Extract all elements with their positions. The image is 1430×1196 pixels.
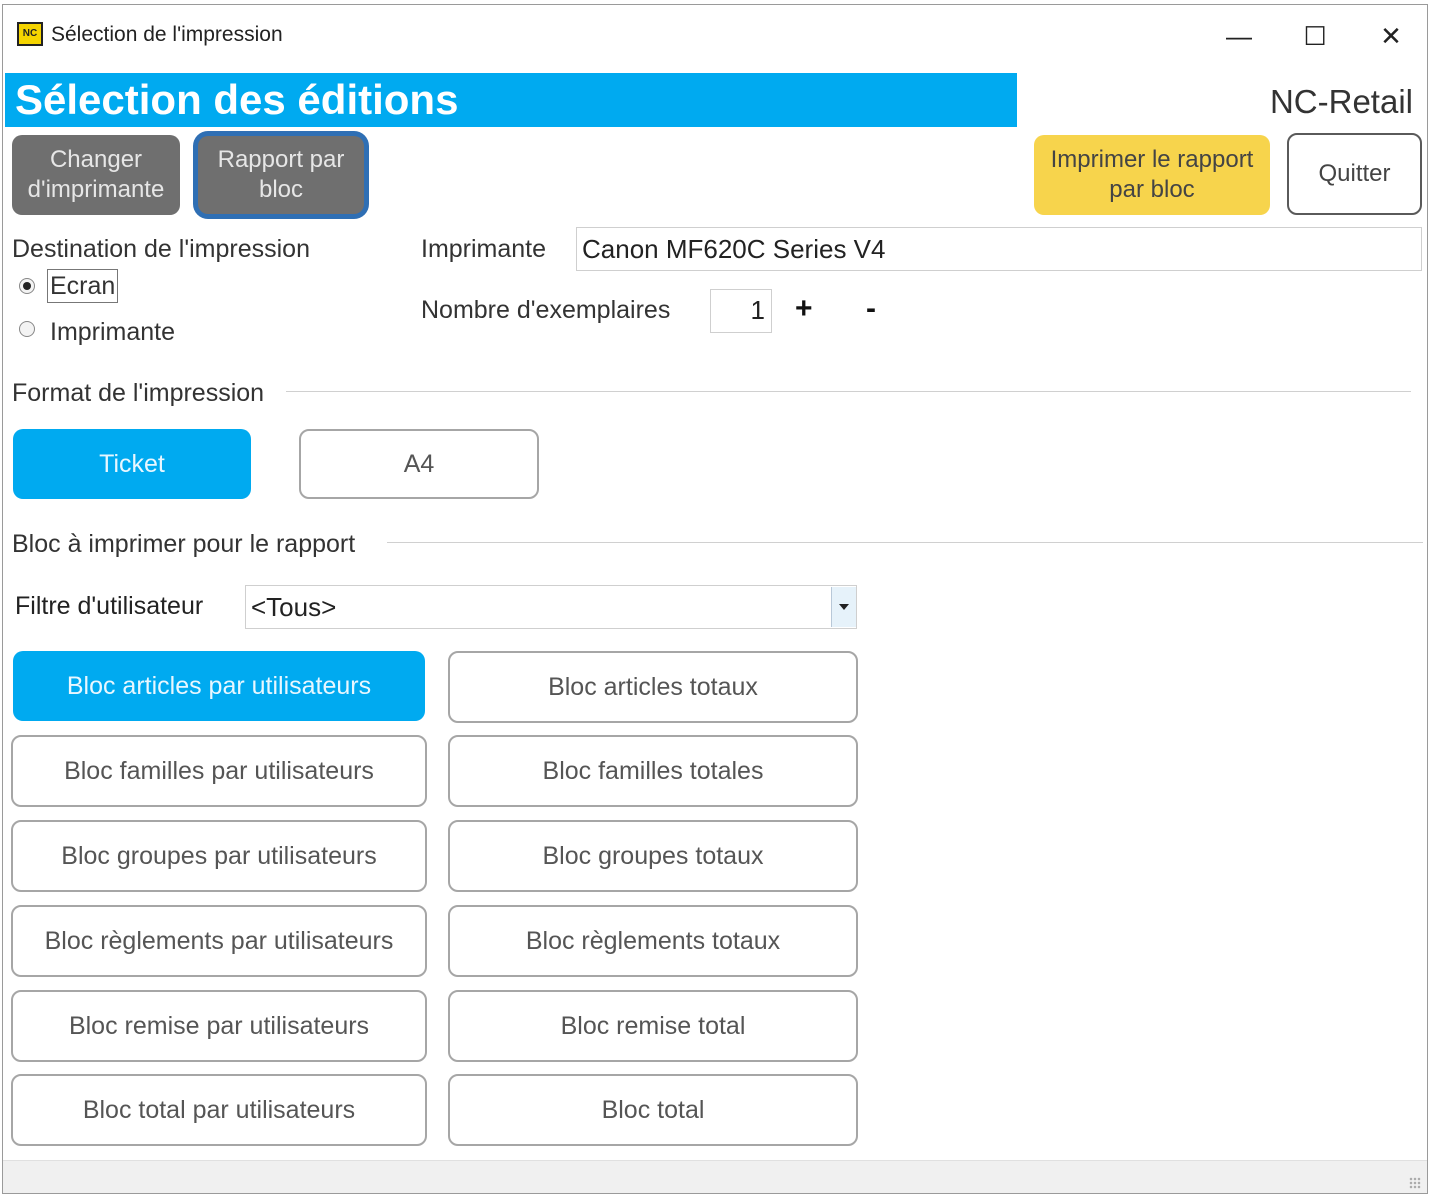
status-bar <box>3 1160 1427 1193</box>
block-groupes-par-utilisateurs-button[interactable]: Bloc groupes par utilisateurs <box>11 820 427 892</box>
report-by-block-button[interactable]: Rapport par bloc <box>198 136 364 214</box>
block-groupes-totaux-button[interactable]: Bloc groupes totaux <box>448 820 858 892</box>
change-printer-button[interactable]: Changer d'imprimante <box>12 135 180 215</box>
block-remise-par-utilisateurs-button[interactable]: Bloc remise par utilisateurs <box>11 990 427 1062</box>
window-title: Sélection de l'impression <box>51 23 283 46</box>
chevron-down-icon[interactable] <box>831 587 856 627</box>
user-filter-label: Filtre d'utilisateur <box>15 592 204 620</box>
block-reglements-totaux-button[interactable]: Bloc règlements totaux <box>448 905 858 977</box>
block-articles-par-utilisateurs-button[interactable]: Bloc articles par utilisateurs <box>13 651 425 721</box>
radio-imprimante[interactable] <box>19 321 35 337</box>
print-report-button[interactable]: Imprimer le rapport par bloc <box>1034 135 1270 215</box>
quit-button[interactable]: Quitter <box>1287 133 1422 215</box>
format-ticket-button[interactable]: Ticket <box>13 429 251 499</box>
blocks-section-divider <box>387 542 1423 543</box>
printer-label: Imprimante <box>421 235 547 263</box>
format-section-label: Format de l'impression <box>12 379 265 407</box>
format-a4-button[interactable]: A4 <box>299 429 539 499</box>
block-familles-totales-button[interactable]: Bloc familles totales <box>448 735 858 807</box>
printer-field[interactable]: Canon MF620C Series V4 <box>576 227 1422 271</box>
resize-grip-icon[interactable] <box>1409 1177 1421 1189</box>
close-button[interactable]: ✕ <box>1361 15 1421 57</box>
block-familles-par-utilisateurs-button[interactable]: Bloc familles par utilisateurs <box>11 735 427 807</box>
copies-plus-button[interactable]: + <box>795 292 813 326</box>
radio-ecran[interactable] <box>19 278 35 294</box>
block-reglements-par-utilisateurs-button[interactable]: Bloc règlements par utilisateurs <box>11 905 427 977</box>
page-title: Sélection des éditions <box>15 76 459 123</box>
print-selection-window: NC Sélection de l'impression — ☐ ✕ Sélec… <box>2 4 1428 1194</box>
blocks-section-label: Bloc à imprimer pour le rapport <box>12 530 356 558</box>
format-section-divider <box>286 391 1411 392</box>
copies-label: Nombre d'exemplaires <box>421 296 671 324</box>
radio-ecran-label[interactable]: Ecran <box>47 269 119 303</box>
maximize-button[interactable]: ☐ <box>1285 15 1345 57</box>
block-remise-total-button[interactable]: Bloc remise total <box>448 990 858 1062</box>
radio-imprimante-label[interactable]: Imprimante <box>50 318 175 347</box>
block-total-par-utilisateurs-button[interactable]: Bloc total par utilisateurs <box>11 1074 427 1146</box>
app-icon: NC <box>17 22 43 46</box>
block-total-button[interactable]: Bloc total <box>448 1074 858 1146</box>
brand-label: NC-Retail <box>1269 83 1413 120</box>
copies-minus-button[interactable]: - <box>866 292 876 326</box>
block-articles-totaux-button[interactable]: Bloc articles totaux <box>448 651 858 723</box>
user-filter-select[interactable]: <Tous> <box>245 585 857 629</box>
destination-label: Destination de l'impression <box>12 235 310 263</box>
copies-input[interactable]: 1 <box>710 289 772 333</box>
user-filter-value: <Tous> <box>251 591 337 622</box>
minimize-button[interactable]: — <box>1209 15 1269 57</box>
